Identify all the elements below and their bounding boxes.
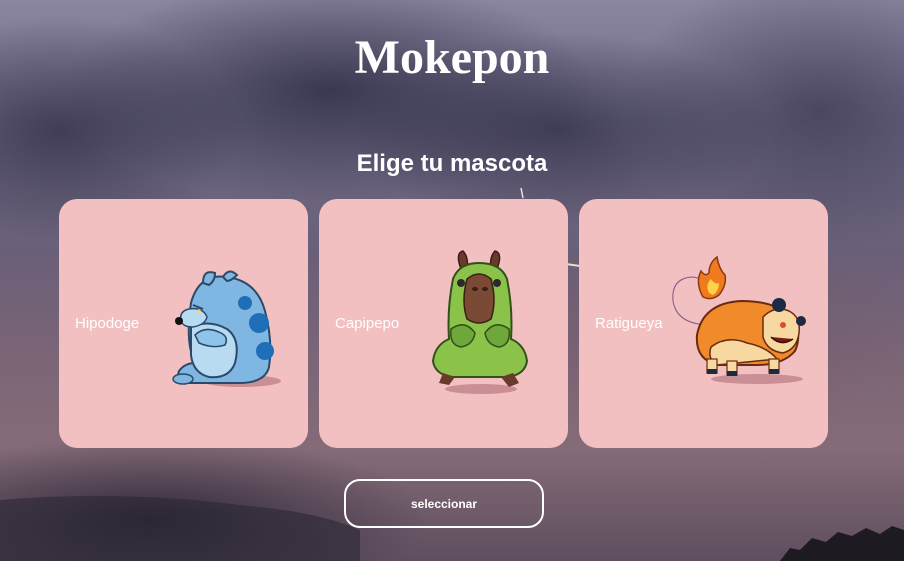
select-pet-button[interactable]: seleccionar — [344, 479, 544, 528]
hipodoge-image — [172, 270, 281, 387]
pet-card-hipodoge[interactable]: Hipodoge — [59, 199, 308, 448]
pet-card-ratigueya[interactable]: Ratigueya — [579, 199, 828, 448]
pet-name-ratigueya: Ratigueya — [595, 315, 663, 332]
pet-name-capipepo: Capipepo — [335, 315, 400, 332]
capipepo-image — [431, 250, 529, 394]
pet-name-hipodoge: Hipodoge — [75, 315, 140, 332]
page-title: Mokepon — [354, 31, 550, 84]
pet-card-list: Hipodoge Capipepo Ratigueya — [59, 199, 828, 448]
ratigueya-image — [669, 255, 806, 384]
pet-card-capipepo[interactable]: Capipepo — [319, 199, 568, 448]
select-pet-heading: Elige tu mascota — [356, 150, 548, 177]
